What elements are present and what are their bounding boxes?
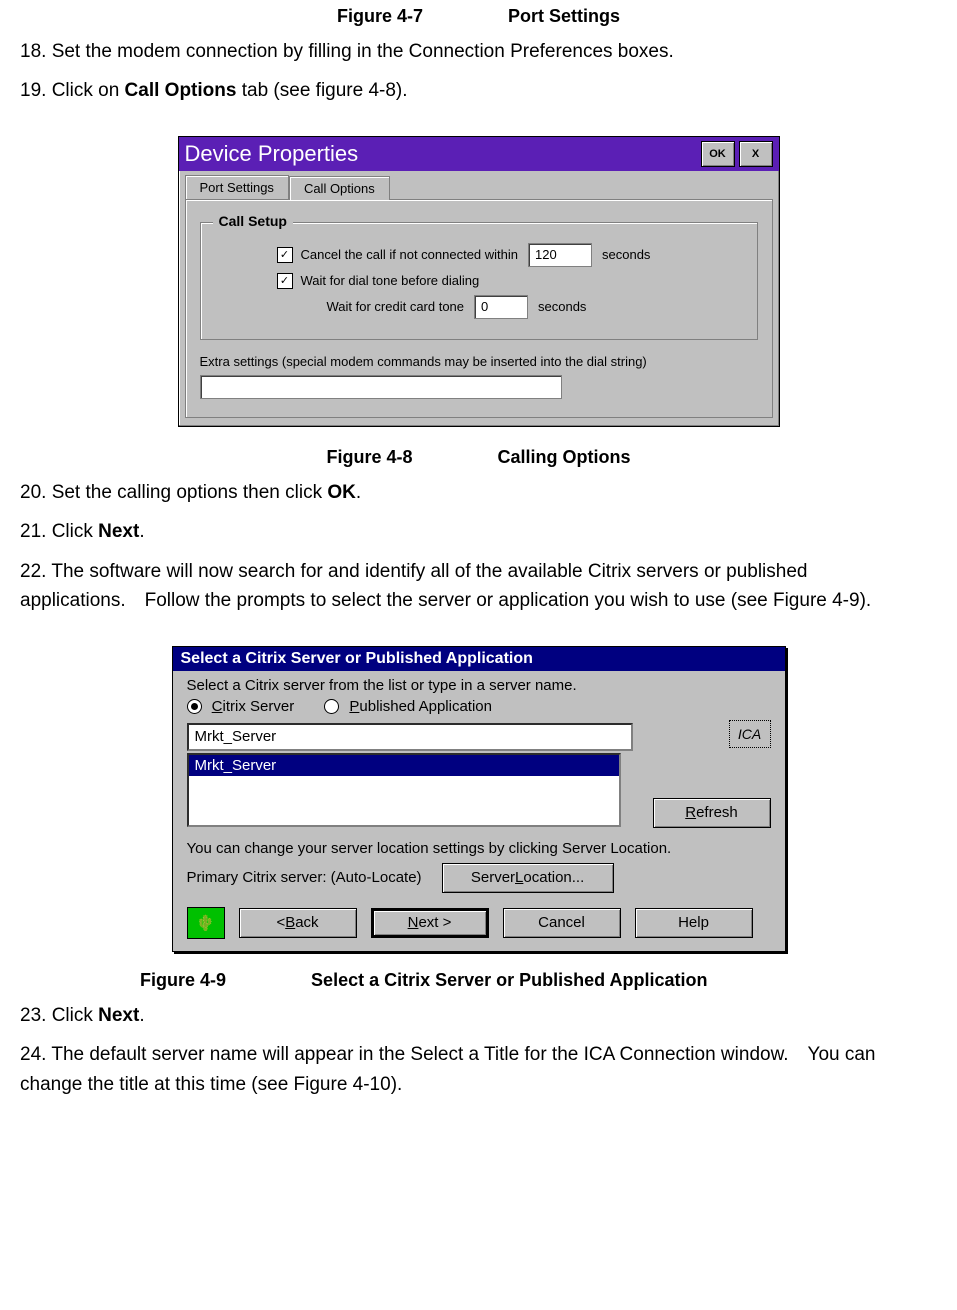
step-18: 18. Set the modem connection by filling …: [20, 37, 937, 66]
extra-settings-input[interactable]: [200, 375, 562, 399]
text: 19. Click on: [20, 80, 125, 101]
text: 20. Set the calling options then click: [20, 482, 327, 503]
dialog-titlebar: Device Properties OK X: [179, 137, 779, 171]
underline-char: B: [285, 914, 295, 931]
instruction-text: Select a Citrix server from the list or …: [187, 677, 771, 694]
underline-char: N: [408, 914, 419, 931]
cactus-icon: 🌵: [187, 907, 225, 939]
ok-button[interactable]: OK: [701, 141, 735, 167]
group-title: Call Setup: [213, 213, 293, 229]
bold-text: Next: [98, 1005, 139, 1026]
step-20: 20. Set the calling options then click O…: [20, 478, 937, 507]
figure-4-8-caption: Figure 4-8 Calling Options: [20, 447, 937, 468]
primary-server-label: Primary Citrix server: (Auto-Locate): [187, 869, 422, 886]
help-button[interactable]: Help: [635, 908, 753, 938]
bold-text: Next: [98, 521, 139, 542]
list-item[interactable]: Mrkt_Server: [189, 755, 619, 776]
figure-title: Select a Citrix Server or Published Appl…: [311, 970, 707, 990]
wait-dial-tone-row: ✓ Wait for dial tone before dialing: [217, 273, 741, 289]
text: ext >: [418, 914, 451, 931]
close-button[interactable]: X: [739, 141, 773, 167]
radio-icon: [324, 699, 339, 714]
figure-title: Port Settings: [508, 6, 620, 26]
extra-settings-label: Extra settings (special modem commands m…: [200, 354, 758, 369]
text: Server: [471, 869, 515, 886]
dialog-titlebar: Select a Citrix Server or Published Appl…: [173, 647, 785, 671]
dialog-body: Select a Citrix server from the list or …: [173, 671, 785, 951]
button-row: 🌵 < Back Next > Cancel Help: [187, 907, 771, 939]
text: ocation...: [523, 869, 584, 886]
text: .: [139, 1005, 144, 1026]
text: <: [276, 914, 285, 931]
ica-logo-icon: ICA: [729, 720, 771, 748]
figure-title: Calling Options: [498, 447, 631, 467]
wait-dial-tone-label: Wait for dial tone before dialing: [301, 273, 480, 288]
cancel-call-label: Cancel the call if not connected within: [301, 247, 519, 262]
underline-char: L: [515, 869, 523, 886]
seconds-label: seconds: [602, 247, 650, 262]
cancel-button[interactable]: Cancel: [503, 908, 621, 938]
change-location-text: You can change your server location sett…: [187, 840, 771, 857]
text: 22. The software will now search for and…: [20, 557, 937, 616]
seconds-label: seconds: [538, 299, 586, 314]
credit-card-row: Wait for credit card tone 0 seconds: [217, 295, 741, 319]
underline-char: C: [212, 698, 223, 715]
tab-call-options[interactable]: Call Options: [289, 176, 390, 200]
refresh-button[interactable]: Refresh: [653, 798, 771, 828]
next-button[interactable]: Next >: [371, 908, 489, 938]
tab-row: Port Settings Call Options: [179, 171, 779, 199]
step-19: 19. Click on Call Options tab (see figur…: [20, 76, 937, 105]
dialog-title: Device Properties: [185, 141, 359, 167]
step-24: 24. The default server name will appear …: [20, 1040, 937, 1099]
text: 23. Click: [20, 1005, 98, 1026]
text: efresh: [696, 804, 738, 821]
tab-body: Call Setup ✓ Cancel the call if not conn…: [185, 199, 773, 418]
text: ack: [295, 914, 318, 931]
cancel-call-row: ✓ Cancel the call if not connected withi…: [217, 243, 741, 267]
bold-text: Call Options: [125, 80, 237, 101]
figure-4-9-caption: Figure 4-9 Select a Citrix Server or Pub…: [20, 970, 937, 991]
figure-number: Figure 4-8: [326, 447, 412, 468]
text: tab (see figure 4-8).: [236, 80, 407, 101]
text: .: [139, 521, 144, 542]
text: itrix Server: [223, 698, 295, 715]
text: ublished Application: [359, 698, 492, 715]
figure-number: Figure 4-9: [140, 970, 226, 991]
figure-number: Figure 4-7: [337, 6, 423, 27]
citrix-server-radio-option[interactable]: Citrix Server: [187, 698, 295, 715]
step-21: 21. Click Next.: [20, 517, 937, 546]
text: 21. Click: [20, 521, 98, 542]
server-location-button[interactable]: Server Location...: [442, 863, 614, 893]
bold-text: OK: [327, 482, 356, 503]
step-22: 22. The software will now search for and…: [20, 557, 937, 616]
wait-dial-tone-checkbox[interactable]: ✓: [277, 273, 293, 289]
radio-icon: [187, 699, 202, 714]
underline-char: P: [349, 698, 359, 715]
figure-4-7-caption: Figure 4-7 Port Settings: [20, 6, 937, 27]
text: .: [356, 482, 361, 503]
underline-char: R: [685, 804, 696, 821]
back-button[interactable]: < Back: [239, 908, 357, 938]
cancel-call-checkbox[interactable]: ✓: [277, 247, 293, 263]
device-properties-dialog: Device Properties OK X Port Settings Cal…: [178, 136, 780, 427]
step-23: 23. Click Next.: [20, 1001, 937, 1030]
server-name-input[interactable]: Mrkt_Server: [187, 723, 633, 751]
select-citrix-server-dialog: Select a Citrix Server or Published Appl…: [172, 646, 786, 952]
published-app-radio-option[interactable]: Published Application: [324, 698, 492, 715]
cancel-call-seconds-input[interactable]: 120: [528, 243, 592, 267]
credit-card-label: Wait for credit card tone: [327, 299, 465, 314]
tab-port-settings[interactable]: Port Settings: [185, 175, 289, 199]
call-setup-group: Call Setup ✓ Cancel the call if not conn…: [200, 222, 758, 340]
radio-row: Citrix Server Published Application: [187, 698, 641, 715]
server-listbox[interactable]: Mrkt_Server: [187, 753, 621, 827]
credit-card-seconds-input[interactable]: 0: [474, 295, 528, 319]
